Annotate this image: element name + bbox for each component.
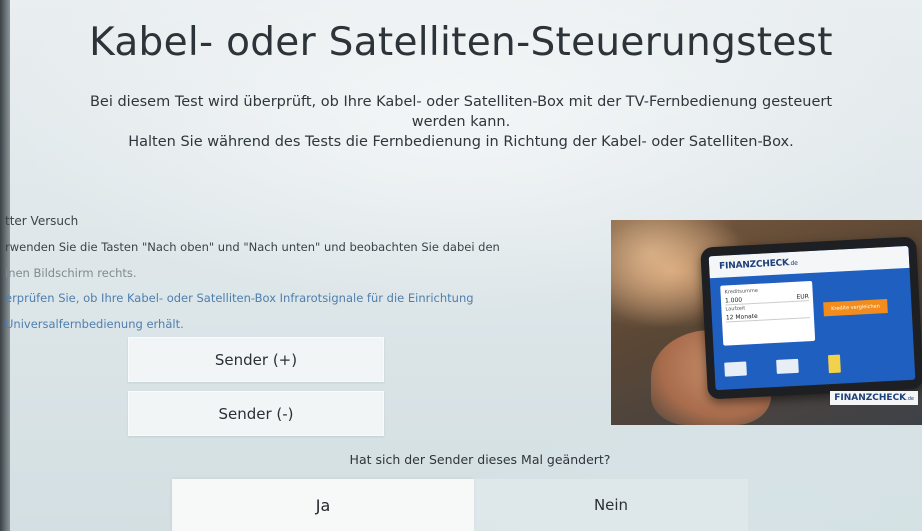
compare-button: Kredite vergleichen bbox=[823, 299, 888, 317]
instruction-line-3: erprüfen Sie, ob Ihre Kabel- oder Satell… bbox=[5, 291, 474, 305]
instruction-line-4: Universalfernbedienung erhält. bbox=[5, 316, 184, 331]
tablet-device: FINANZCHECK.de Kreditsumme 1.000 EUR Lau… bbox=[700, 236, 922, 400]
corner-brand-logo: FINANZCHECK.de bbox=[830, 391, 918, 405]
channel-up-button[interactable]: Sender (+) bbox=[128, 337, 384, 382]
form-amount-unit: EUR bbox=[796, 293, 810, 301]
channel-down-button[interactable]: Sender (-) bbox=[128, 391, 384, 436]
tv-preview-image: FINANZCHECK.de Kreditsumme 1.000 EUR Lau… bbox=[611, 220, 922, 425]
tablet-screen: FINANZCHECK.de Kreditsumme 1.000 EUR Lau… bbox=[708, 245, 916, 391]
seal-logo-icon bbox=[776, 358, 799, 374]
corner-brand-suffix: .de bbox=[906, 396, 914, 402]
yes-button[interactable]: Ja bbox=[172, 479, 474, 531]
description-line-2: werden kann. bbox=[411, 114, 511, 130]
tuv-logo-icon bbox=[724, 361, 747, 377]
attempt-heading: tter Versuch bbox=[5, 214, 79, 228]
instruction-line-2: inen Bildschirm rechts. bbox=[5, 265, 137, 280]
screen-brand-suffix: .de bbox=[788, 259, 798, 268]
corner-brand-name: FINANZCHECK bbox=[834, 393, 907, 403]
loan-form: Kreditsumme 1.000 EUR Laufzeit 12 Monate bbox=[720, 280, 816, 346]
no-button[interactable]: Nein bbox=[474, 479, 748, 531]
test-description: Bei diesem Test wird überprüft, ob Ihre … bbox=[50, 92, 872, 152]
channel-changed-question: Hat sich der Sender dieses Mal geändert? bbox=[349, 452, 611, 467]
description-line-1: Bei diesem Test wird überprüft, ob Ihre … bbox=[89, 94, 833, 110]
page-title: Kabel- oder Satelliten-Steuerungstest bbox=[89, 20, 833, 65]
description-line-3: Halten Sie während des Tests die Fernbed… bbox=[128, 134, 794, 150]
award-logo-icon bbox=[827, 354, 841, 374]
form-amount-value: 1.000 bbox=[724, 296, 743, 305]
test-instructions: tter Versuch rwenden Sie die Tasten "Nac… bbox=[5, 214, 565, 337]
screen-header: FINANZCHECK.de bbox=[708, 245, 910, 279]
trust-logos bbox=[724, 351, 895, 380]
screen-brand-logo: FINANZCHECK bbox=[718, 258, 790, 272]
instruction-line-1: rwenden Sie die Tasten "Nach oben" und "… bbox=[5, 240, 500, 254]
